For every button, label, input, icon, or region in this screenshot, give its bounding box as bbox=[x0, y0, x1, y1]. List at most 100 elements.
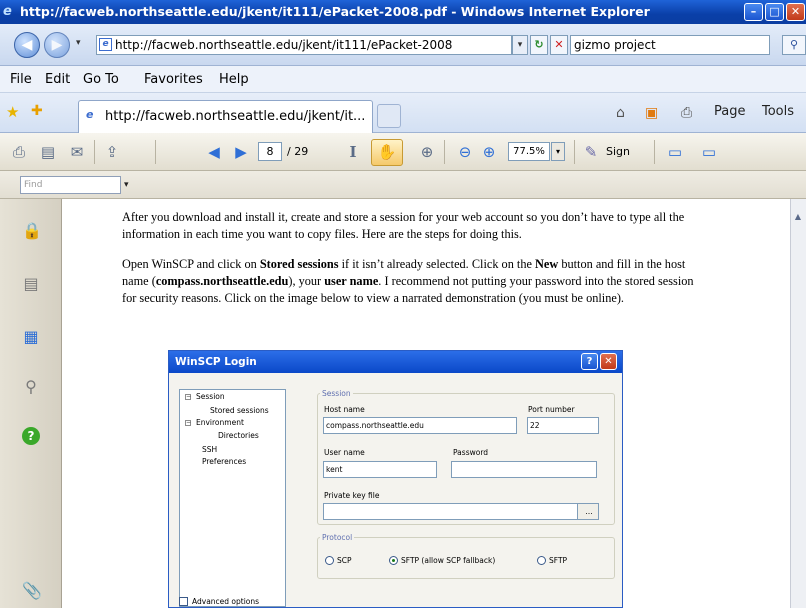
stop-icon: ✕ bbox=[554, 38, 564, 51]
advanced-options-checkbox bbox=[179, 597, 188, 606]
zoom-level-input[interactable]: 77.5% bbox=[508, 142, 550, 161]
pdf-save-icon[interactable]: ▤ bbox=[37, 142, 59, 162]
toolbar-divider bbox=[444, 140, 445, 164]
sign-button[interactable]: Sign bbox=[606, 142, 630, 161]
browse-key-button: … bbox=[577, 503, 599, 520]
protocol-group-label: Protocol bbox=[320, 533, 355, 542]
pdf-upload-icon[interactable]: ⇪ bbox=[101, 142, 123, 162]
tree-item-environment: Environment bbox=[196, 418, 244, 427]
tree-item-session: Session bbox=[196, 392, 225, 401]
back-arrow-icon: ◀ bbox=[21, 37, 33, 53]
zoom-in-icon[interactable]: ⊕ bbox=[478, 142, 500, 162]
select-text-icon[interactable]: I bbox=[342, 142, 364, 162]
paperclip-icon[interactable]: 📎 bbox=[22, 581, 42, 601]
zoom-out-icon[interactable]: ⊖ bbox=[454, 142, 476, 162]
zoom-dropdown-button[interactable]: ▾ bbox=[551, 142, 565, 161]
forward-button[interactable]: ▶ bbox=[44, 32, 70, 58]
address-dropdown-button[interactable]: ▾ bbox=[512, 35, 528, 55]
pdf-email-icon[interactable]: ✉ bbox=[66, 142, 88, 162]
tab-current-page[interactable]: http://facweb.northseattle.edu/jkent/it.… bbox=[78, 100, 373, 133]
session-group-label: Session bbox=[320, 389, 353, 398]
search-input[interactable]: gizmo project bbox=[570, 35, 770, 55]
find-input[interactable]: Find bbox=[20, 176, 121, 194]
password-label: Password bbox=[453, 448, 489, 457]
fit-page-icon[interactable]: ▭ bbox=[664, 142, 686, 162]
lock-icon[interactable]: 🔒 bbox=[22, 221, 42, 241]
feeds-icon[interactable]: ▣ bbox=[645, 105, 658, 121]
pdf-navigation-panel: 🔒 ▤ ▦ ⚲ ? 📎 bbox=[0, 199, 62, 608]
sign-pen-icon[interactable]: ✎ bbox=[580, 142, 602, 162]
menu-favorites[interactable]: Favorites bbox=[144, 66, 203, 93]
toolbar-divider bbox=[654, 140, 655, 164]
protocol-sftp-fallback-radio bbox=[389, 556, 398, 565]
fit-width-icon[interactable]: ▭ bbox=[698, 142, 720, 162]
winscp-settings-tree: − Session Stored sessions − Environment … bbox=[179, 389, 286, 607]
menu-bar: File Edit Go To Favorites Help bbox=[0, 66, 806, 93]
print-icon[interactable]: ⎙ bbox=[681, 105, 692, 121]
tree-collapse-icon: − bbox=[185, 419, 192, 426]
window-title-bar: http://facweb.northseattle.edu/jkent/it1… bbox=[0, 0, 806, 24]
scroll-up-icon[interactable]: ▲ bbox=[792, 212, 804, 224]
minimize-button[interactable]: – bbox=[744, 3, 763, 21]
tab-title: http://facweb.northseattle.edu/jkent/it.… bbox=[105, 109, 366, 124]
next-page-icon[interactable]: ▶ bbox=[230, 142, 252, 162]
private-key-field bbox=[323, 503, 599, 520]
tree-item-ssh: SSH bbox=[202, 445, 218, 454]
previous-page-icon[interactable]: ◀ bbox=[203, 142, 225, 162]
forward-arrow-icon: ▶ bbox=[51, 37, 63, 53]
port-number-field: 22 bbox=[527, 417, 599, 434]
help-icon[interactable]: ? bbox=[22, 427, 40, 445]
user-name-label: User name bbox=[324, 448, 365, 457]
toolbar-divider bbox=[94, 140, 95, 164]
port-number-label: Port number bbox=[528, 405, 575, 414]
page-favicon-icon: e bbox=[99, 38, 112, 51]
winscp-close-icon: ✕ bbox=[600, 353, 617, 370]
winscp-login-screenshot[interactable]: WinSCP Login ? ✕ − Session Stored sessio… bbox=[168, 350, 623, 608]
pdf-toolbar: ⎙ ▤ ✉ ⇪ ◀ ▶ 8 / 29 I ✋ ⊕ ⊖ ⊕ 77.5% ▾ ✎ S… bbox=[0, 133, 806, 171]
protocol-scp-label: SCP bbox=[337, 556, 352, 565]
page-total: / 29 bbox=[287, 145, 309, 158]
tree-item-preferences: Preferences bbox=[202, 457, 247, 466]
add-favorite-icon[interactable]: ✚ bbox=[31, 103, 43, 119]
protocol-sftp-fallback-label: SFTP (allow SCP fallback) bbox=[401, 556, 496, 565]
winscp-title-bar: WinSCP Login bbox=[169, 351, 622, 373]
find-binoculars-icon[interactable]: ⚲ bbox=[22, 377, 40, 397]
menu-go-to[interactable]: Go To bbox=[83, 66, 119, 93]
home-icon[interactable]: ⌂ bbox=[616, 105, 625, 121]
favorites-star-icon[interactable]: ★ bbox=[6, 103, 19, 121]
page-number-input[interactable]: 8 bbox=[258, 142, 282, 161]
protocol-sftp-radio bbox=[537, 556, 546, 565]
tools-menu-button[interactable]: Tools bbox=[762, 104, 794, 119]
private-key-label: Private key file bbox=[324, 491, 380, 500]
hand-icon: ✋ bbox=[377, 143, 397, 161]
close-window-button[interactable]: ✕ bbox=[786, 3, 805, 21]
maximize-button[interactable]: □ bbox=[765, 3, 784, 21]
vertical-scrollbar[interactable] bbox=[790, 199, 806, 608]
stop-button[interactable]: ✕ bbox=[550, 35, 568, 55]
back-button[interactable]: ◀ bbox=[14, 32, 40, 58]
refresh-icon: ↻ bbox=[534, 38, 544, 51]
pdf-print-icon[interactable]: ⎙ bbox=[8, 142, 30, 162]
search-button[interactable]: ⚲ bbox=[782, 35, 806, 55]
address-input[interactable]: http://facweb.northseattle.edu/jkent/it1… bbox=[96, 35, 512, 55]
page-menu-button[interactable]: Page bbox=[714, 104, 745, 119]
window-title: http://facweb.northseattle.edu/jkent/it1… bbox=[20, 4, 650, 19]
tree-item-directories: Directories bbox=[218, 431, 259, 440]
menu-help[interactable]: Help bbox=[219, 66, 249, 93]
search-icon: ⚲ bbox=[789, 38, 799, 51]
protocol-scp-radio bbox=[325, 556, 334, 565]
attachments-icon[interactable]: ▦ bbox=[22, 327, 40, 347]
recent-pages-dropdown-icon[interactable]: ▾ bbox=[76, 38, 81, 48]
pages-icon[interactable]: ▤ bbox=[22, 274, 40, 294]
new-tab-button[interactable] bbox=[377, 104, 401, 128]
tab-favicon-icon: e bbox=[86, 108, 94, 121]
advanced-options-label: Advanced options bbox=[192, 597, 260, 606]
menu-edit[interactable]: Edit bbox=[45, 66, 70, 93]
refresh-button[interactable]: ↻ bbox=[530, 35, 548, 55]
find-dropdown-icon[interactable]: ▾ bbox=[124, 176, 129, 194]
winscp-title: WinSCP Login bbox=[175, 356, 257, 368]
menu-file[interactable]: File bbox=[10, 66, 32, 93]
tree-item-stored-sessions: Stored sessions bbox=[210, 406, 269, 415]
hand-tool-button[interactable]: ✋ bbox=[371, 139, 403, 166]
marquee-zoom-icon[interactable]: ⊕ bbox=[416, 142, 438, 162]
